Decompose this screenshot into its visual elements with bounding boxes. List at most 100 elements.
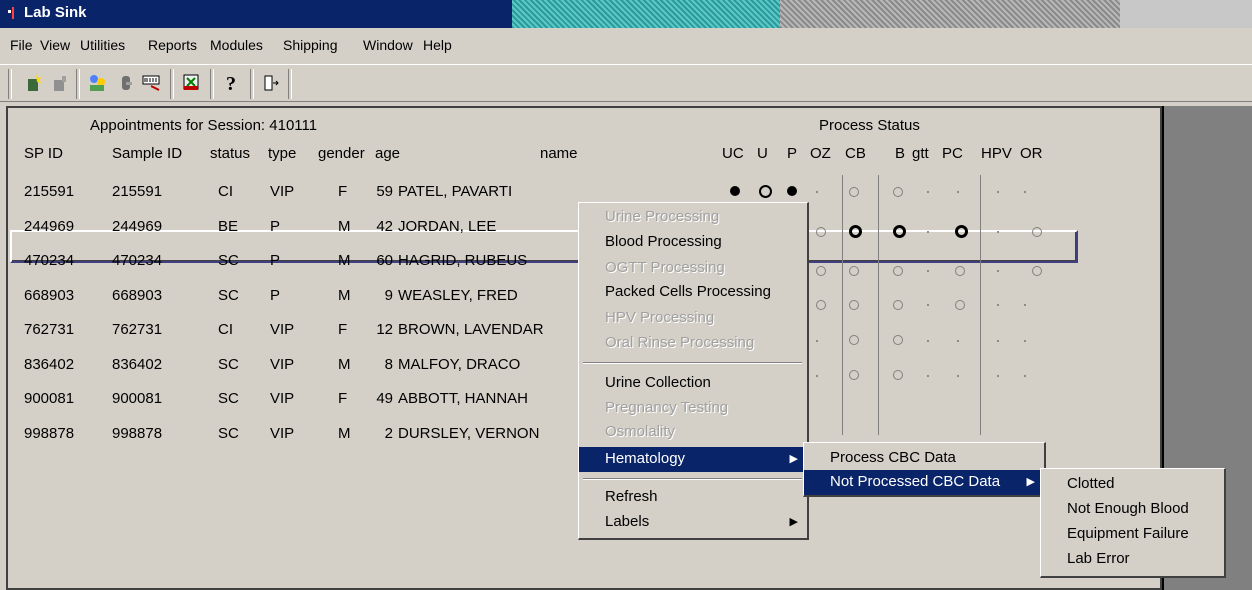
new-icon[interactable] [22,71,46,95]
menu-window[interactable]: Window [363,37,413,53]
status-dot: · [955,365,961,385]
menu-item-pregnancy-testing[interactable]: Pregnancy Testing [579,396,806,421]
col-header-uc: UC [722,145,744,162]
svg-text:?: ? [226,73,236,94]
cell-sample-id: 244969 [112,217,163,235]
status-dot: · [814,365,820,385]
menu-item-urine-collection[interactable]: Urine Collection [579,371,806,396]
menu-help[interactable]: Help [423,37,452,53]
col-header-type[interactable]: type [268,145,296,162]
status-dot: · [995,330,1001,350]
menu-item-clotted[interactable]: Clotted [1041,472,1223,497]
barcode-icon[interactable] [140,71,164,95]
status-dot: · [814,330,820,350]
col-header-gender[interactable]: gender [318,145,365,162]
menu-bar: File View Utilities Reports Modules Ship… [0,36,1252,58]
menu-shipping[interactable]: Shipping [283,37,338,53]
menu-item-hematology[interactable]: Hematology ▶ [579,447,806,472]
cell-age: 59 [376,183,393,200]
status-dot: · [995,294,1001,314]
menu-view[interactable]: View [40,37,70,53]
cell-sample-id: 762731 [112,321,163,338]
cell-gender: M [338,355,351,373]
menu-item-equipment-failure[interactable]: Equipment Failure [1041,522,1223,547]
menu-item-process-cbc-data[interactable]: Process CBC Data [804,446,1043,471]
menu-utilities[interactable]: Utilities [80,37,125,53]
menu-item-packed-cells-processing[interactable]: Packed Cells Processing [579,280,806,305]
menu-separator [583,362,802,364]
status-dot: · [925,365,931,385]
col-header-age[interactable]: age [375,145,400,162]
hematology-submenu: Process CBC Data Not Processed CBC Data … [803,442,1046,497]
cell-name[interactable]: BROWN, LAVENDAR [398,321,544,338]
col-header-sample-id[interactable]: Sample ID [112,145,182,162]
col-header-sp-id[interactable]: SP ID [24,145,63,162]
status-open-icon [759,185,772,198]
cell-name[interactable]: DURSLEY, VERNON [398,425,539,442]
cell-name[interactable]: HAGRID, RUBEUS [398,252,527,269]
cell-sample-id: 998878 [112,424,163,442]
help-icon[interactable]: ? [220,71,244,95]
exit-icon[interactable] [258,71,282,95]
toolbar-separator [250,69,254,99]
toolbar: ? [0,64,1252,102]
menu-reports[interactable]: Reports [148,37,197,53]
menu-item-labels[interactable]: Labels ▶ [579,510,806,535]
status-dot: · [1022,181,1028,201]
menu-item-labels-label: Labels [605,513,650,530]
tube-icon[interactable] [114,71,138,95]
status-dot: · [1022,365,1028,385]
session-label: Appointments for Session: 410111 [90,117,318,134]
menu-item-blood-processing[interactable]: Blood Processing [579,230,806,255]
menu-item-not-enough-blood[interactable]: Not Enough Blood [1041,497,1223,522]
column-divider [980,175,981,435]
cell-type: VIP [270,355,295,373]
menu-item-urine-processing[interactable]: Urine Processing [579,205,806,230]
menu-item-hpv-processing[interactable]: HPV Processing [579,306,806,331]
menu-item-not-processed-label: Not Processed CBC Data [830,473,1001,490]
menu-item-oral-rinse-processing[interactable]: Oral Rinse Processing [579,331,806,356]
cell-type: P [270,286,281,304]
menu-file[interactable]: File [10,37,33,53]
title-bar[interactable]: Lab Sink [0,0,1252,28]
cell-type: VIP [270,321,295,338]
people-icon[interactable] [86,71,110,95]
col-header-status[interactable]: status [210,145,250,162]
col-header-name[interactable]: name [540,145,578,162]
cell-name[interactable]: PATEL, PAVARTI [398,183,512,200]
cell-status: CI [218,183,233,200]
cell-name[interactable]: MALFOY, DRACO [398,356,520,373]
cell-age: 60 [376,252,393,269]
menu-item-osmolality[interactable]: Osmolality [579,420,806,445]
cell-age: 9 [384,286,393,304]
status-filled-icon [730,186,740,196]
status-open-icon [849,225,862,238]
cell-sample-id: 470234 [112,252,163,269]
menu-modules[interactable]: Modules [210,37,263,53]
cell-age: 42 [376,217,393,235]
status-open-icon [1032,266,1042,276]
open-icon[interactable] [48,71,72,95]
col-header-or: OR [1020,145,1043,162]
cell-name[interactable]: WEASLEY, FRED [398,287,518,304]
cell-sample-id: 215591 [112,183,163,200]
cell-name[interactable]: ABBOTT, HANNAH [398,390,528,407]
toolbar-separator [76,69,80,99]
status-open-icon [849,300,859,310]
title-gradient [780,0,1120,28]
flask-icon[interactable] [180,71,204,95]
status-open-icon [893,266,903,276]
menu-item-lab-error[interactable]: Lab Error [1041,547,1223,572]
toolbar-separator [170,69,174,99]
cell-sp-id: 668903 [24,286,75,304]
menu-item-not-processed-cbc-data[interactable]: Not Processed CBC Data ▶ [804,470,1043,495]
status-dot: · [995,365,1001,385]
menu-item-ogtt-processing[interactable]: OGTT Processing [579,256,806,281]
cell-sp-id: 470234 [24,252,75,269]
cell-name[interactable]: JORDAN, LEE [398,218,496,235]
status-open-icon [893,300,903,310]
toolbar-separator [288,69,292,99]
status-dot: · [995,260,1001,280]
status-filled-icon [787,186,797,196]
menu-item-refresh[interactable]: Refresh [579,485,806,510]
